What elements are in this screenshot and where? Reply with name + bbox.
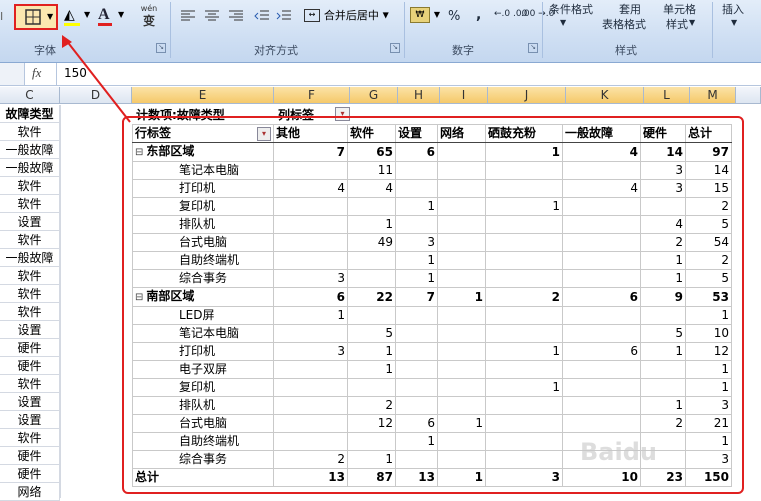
watermark-logo: Baidu <box>580 438 657 466</box>
